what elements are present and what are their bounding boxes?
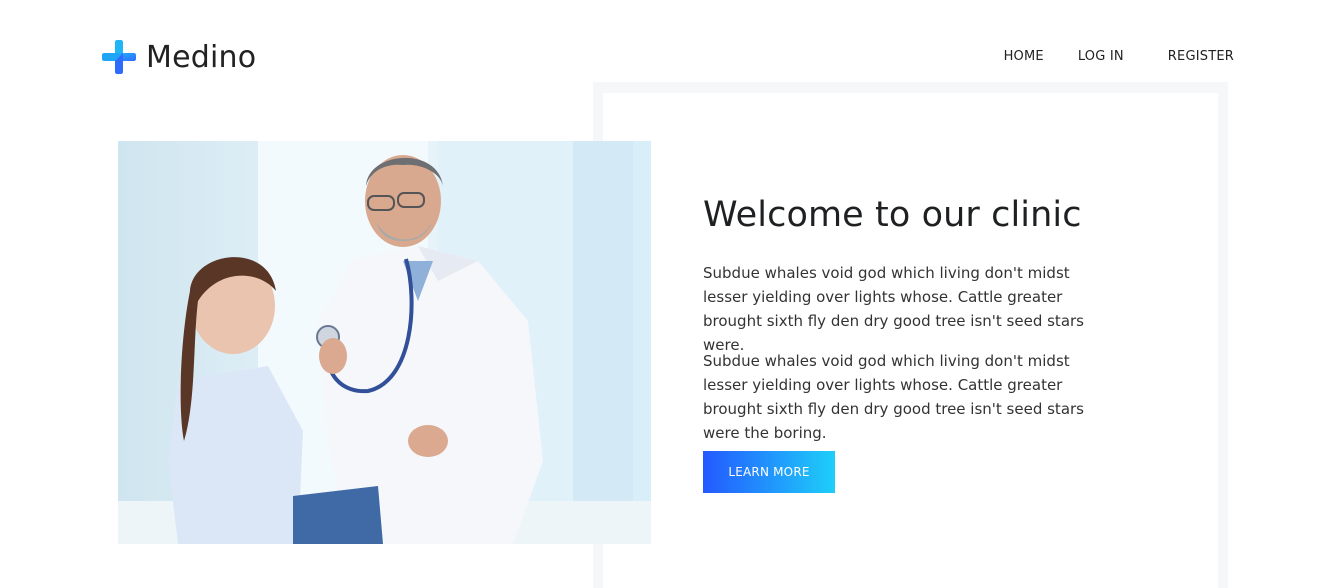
nav-link-home[interactable]: HOME	[1004, 49, 1044, 64]
intro-paragraph-2: Subdue whales void god which living don'…	[703, 352, 1084, 442]
welcome-section: Welcome to our clinic Subdue whales void…	[703, 192, 1123, 442]
nav-link-login[interactable]: LOG IN	[1078, 49, 1124, 64]
plus-cross-icon	[102, 40, 136, 74]
nav-link-register[interactable]: REGISTER	[1168, 49, 1234, 64]
page-title: Welcome to our clinic	[703, 195, 1082, 235]
doctor-examining-girl-photo	[118, 141, 651, 544]
brand-name: Medino	[146, 39, 257, 75]
brand-logo[interactable]: Medino	[102, 39, 257, 75]
main-nav: HOME LOG IN REGISTER	[1004, 49, 1234, 64]
intro-paragraph-1: Subdue whales void god which living don'…	[703, 264, 1084, 354]
learn-more-button[interactable]: LEARN MORE	[703, 451, 835, 493]
